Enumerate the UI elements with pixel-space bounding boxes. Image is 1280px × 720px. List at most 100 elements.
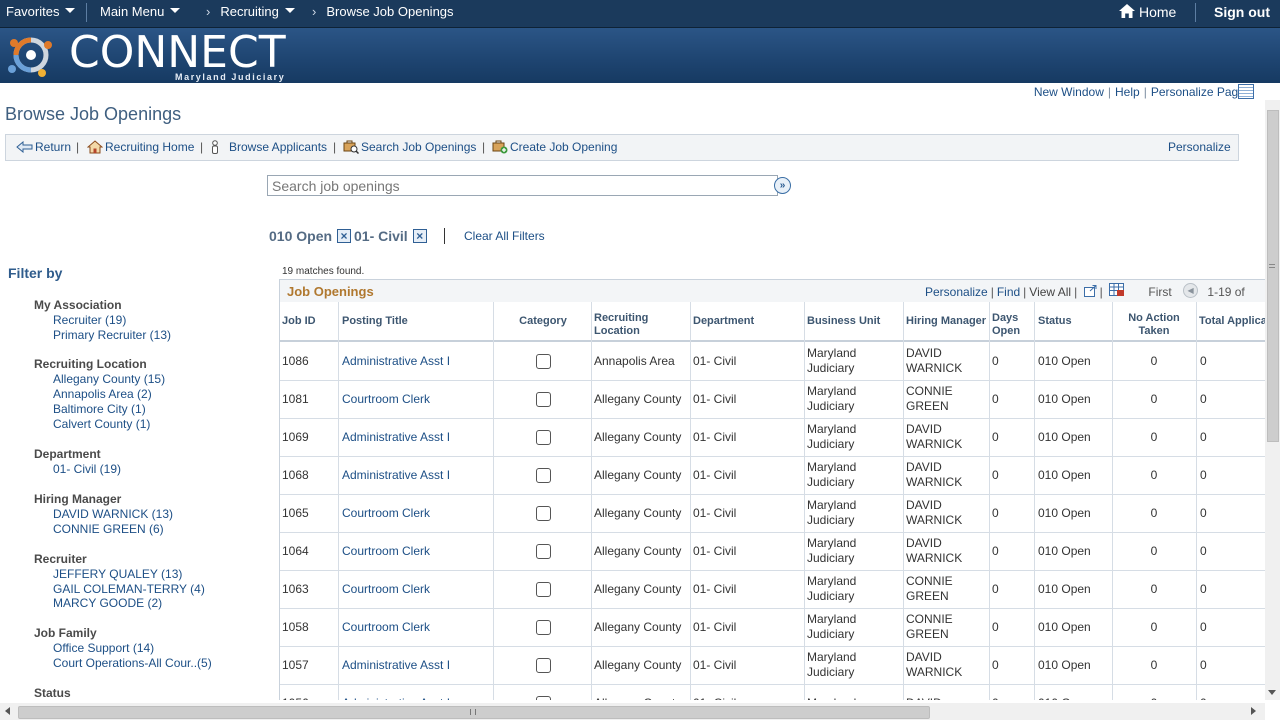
posting-title-link[interactable]: Administrative Asst I	[342, 468, 450, 483]
scroll-left-icon[interactable]	[5, 707, 10, 715]
filter-option[interactable]: Primary Recruiter (13)	[53, 328, 171, 342]
hiring-manager-cell: DAVID	[906, 696, 942, 701]
new-window-link[interactable]: New Window	[1030, 85, 1108, 99]
favorites-menu[interactable]: Favorites	[6, 0, 76, 27]
search-go-icon[interactable]: »	[774, 177, 791, 194]
category-checkbox[interactable]	[535, 505, 551, 521]
grid-view-all-link[interactable]: View All	[1029, 285, 1071, 299]
previous-page-icon[interactable]: ◀	[1183, 283, 1199, 299]
status-cell: 010 Open	[1038, 505, 1091, 520]
category-checkbox[interactable]	[535, 657, 551, 673]
total-applicants-cell: 0	[1200, 581, 1207, 596]
status-cell: 010 Open	[1038, 353, 1091, 368]
filter-option[interactable]: CONNIE GREEN (6)	[53, 522, 164, 536]
search-job-openings-link[interactable]: Search Job Openings	[343, 140, 476, 155]
job-id-cell: 1063	[282, 581, 309, 596]
posting-title-link[interactable]: Administrative Asst I	[342, 696, 450, 701]
table-cell: Administrative Asst I	[342, 684, 492, 701]
table-row: 1068 Administrative Asst I Allegany County…	[280, 456, 1265, 495]
status-cell: 010 Open	[1038, 543, 1091, 558]
main-menu[interactable]: Main Menu	[100, 0, 181, 27]
vertical-scroll-thumb[interactable]	[1267, 110, 1279, 442]
filter-option[interactable]: Baltimore City (1)	[53, 402, 146, 416]
posting-title-link[interactable]: Courtroom Clerk	[342, 582, 430, 597]
top-navigation-bar: Favorites Main Menu › Recruiting › Browse …	[0, 0, 1280, 28]
filter-option[interactable]: Annapolis Area (2)	[53, 387, 152, 401]
table-cell: Maryland Judiciary	[807, 418, 902, 456]
filter-option[interactable]: Recruiter (19)	[53, 313, 126, 327]
filter-option[interactable]: Office Support (14)	[53, 641, 154, 655]
category-cell	[494, 570, 592, 608]
posting-title-link[interactable]: Courtroom Clerk	[342, 506, 430, 521]
table-cell: 1058	[282, 608, 337, 646]
job-id-cell: 1069	[282, 429, 309, 444]
table-cell: Courtroom Clerk	[342, 570, 492, 608]
table-cell: Allegany County	[594, 684, 689, 701]
posting-title-link[interactable]: Administrative Asst I	[342, 430, 450, 445]
home-link[interactable]: Home	[1119, 0, 1176, 27]
filter-option[interactable]: JEFFERY QUALEY (13)	[53, 567, 182, 581]
filter-option[interactable]: MARCY GOODE (2)	[53, 596, 162, 610]
browse-applicants-link[interactable]: Browse Applicants	[210, 140, 327, 155]
page-layout-icon[interactable]	[1238, 84, 1254, 99]
category-checkbox[interactable]	[535, 619, 551, 635]
vertical-scrollbar[interactable]	[1265, 100, 1280, 700]
grid-personalize-link[interactable]: Personalize	[925, 285, 988, 299]
filter-option[interactable]: Allegany County (15)	[53, 372, 165, 386]
category-checkbox[interactable]	[535, 467, 551, 483]
recruiting-location-cell: Allegany County	[594, 657, 682, 672]
posting-title-link[interactable]: Courtroom Clerk	[342, 544, 430, 559]
create-job-opening-link[interactable]: Create Job Opening	[492, 140, 617, 155]
recruiting-home-link[interactable]: Recruiting Home	[87, 140, 194, 155]
scroll-right-icon[interactable]	[1251, 707, 1256, 715]
category-checkbox[interactable]	[535, 581, 551, 597]
no-action-cell: 0	[1150, 391, 1158, 406]
table-cell: 010 Open	[1038, 646, 1111, 684]
category-checkbox[interactable]	[535, 429, 551, 445]
filter-option[interactable]: Court Operations-All Cour..(5)	[53, 656, 212, 670]
search-job-openings-input[interactable]	[267, 175, 778, 196]
category-checkbox[interactable]	[535, 391, 551, 407]
logo-wordmark: CONNECT	[69, 27, 286, 78]
category-checkbox[interactable]	[535, 695, 551, 700]
chevron-down-icon	[65, 8, 76, 14]
create-job-opening-label: Create Job Opening	[510, 140, 618, 154]
posting-title-link[interactable]: Courtroom Clerk	[342, 392, 430, 407]
filter-option[interactable]: 01- Civil (19)	[53, 462, 121, 476]
hiring-manager-cell: CONNIE GREEN	[906, 574, 953, 603]
total-applicants-cell: 0	[1200, 696, 1207, 701]
table-cell: 0	[1116, 532, 1192, 570]
sign-out-link[interactable]: Sign out	[1214, 0, 1270, 27]
remove-filter-icon[interactable]: ×	[412, 229, 427, 244]
table-cell: 01- Civil	[693, 570, 803, 608]
posting-title-link[interactable]: Administrative Asst I	[342, 658, 450, 673]
no-action-cell: 0	[1150, 505, 1158, 520]
posting-title-link[interactable]: Courtroom Clerk	[342, 620, 430, 635]
grid-find-link[interactable]: Find	[997, 285, 1020, 299]
business-unit-cell: Maryland Judiciary	[807, 650, 857, 679]
return-arrow-icon	[16, 140, 33, 153]
category-checkbox[interactable]	[535, 353, 551, 369]
table-cell: 0	[992, 646, 1032, 684]
download-excel-icon[interactable]	[1109, 282, 1125, 297]
personalize-page-link[interactable]: Personalize Page	[1147, 85, 1249, 99]
toolbar-personalize-link[interactable]: Personalize	[1168, 140, 1231, 154]
department-cell: 01- Civil	[693, 391, 737, 406]
posting-title-link[interactable]: Administrative Asst I	[342, 354, 450, 369]
add-briefcase-icon	[492, 140, 508, 154]
help-link[interactable]: Help	[1111, 85, 1144, 99]
horizontal-scrollbar[interactable]	[0, 703, 1265, 720]
zoom-grid-icon[interactable]	[1083, 284, 1097, 297]
category-checkbox[interactable]	[535, 543, 551, 559]
return-link[interactable]: Return	[16, 140, 71, 154]
nav-divider	[86, 3, 87, 22]
chevron-down-icon	[284, 8, 295, 14]
filter-option[interactable]: GAIL COLEMAN-TERRY (4)	[53, 582, 205, 596]
clear-all-filters-link[interactable]: Clear All Filters	[464, 229, 545, 243]
scroll-down-icon[interactable]	[1268, 690, 1276, 695]
remove-filter-icon[interactable]: ×	[337, 229, 352, 244]
filter-option[interactable]: DAVID WARNICK (13)	[53, 507, 173, 521]
breadcrumb-recruiting[interactable]: › Recruiting	[206, 0, 295, 27]
table-cell: 010 Open	[1038, 532, 1111, 570]
filter-option[interactable]: Calvert County (1)	[53, 417, 150, 431]
